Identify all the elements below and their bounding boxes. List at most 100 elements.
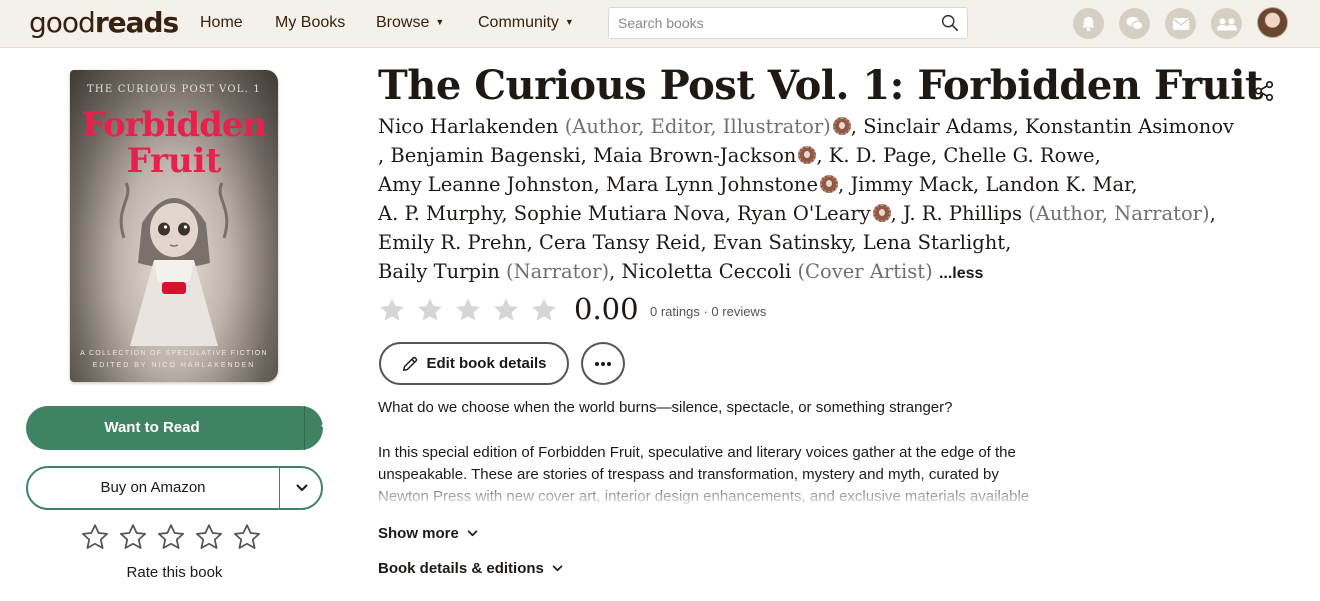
description-line: Newton Press with new cover art, interio… <box>378 488 1030 504</box>
author-link[interactable]: Cera Tansy Reid <box>539 231 700 254</box>
author-link[interactable]: Amy Leanne Johnston <box>378 173 594 196</box>
rating-star-icon <box>380 298 404 321</box>
edit-book-details-button[interactable]: Edit book details <box>379 342 569 385</box>
author-link[interactable]: Evan Satinsky <box>713 231 851 254</box>
book-title: The Curious Post Vol. 1: Forbidden Fruit <box>378 62 1263 109</box>
want-to-read-label: Want to Read <box>104 419 200 436</box>
goodreads-author-badge-icon <box>798 146 817 164</box>
buy-on-amazon-button[interactable]: Buy on Amazon <box>26 466 323 510</box>
contributors-line: Nico Harlakenden (Author, Editor, Illust… <box>378 112 1298 141</box>
description-line: unspeakable. These are stories of trespa… <box>378 466 999 483</box>
separator: , <box>838 173 845 196</box>
contributors-line: Amy Leanne Johnston, Mara Lynn Johnstone… <box>378 170 1298 199</box>
author-role: (Author, Editor, Illustrator) <box>564 115 831 138</box>
book-cover-image[interactable]: THE CURIOUS POST VOL. 1 Forbidden Fruit … <box>70 70 278 382</box>
shelf-dropdown-button[interactable] <box>305 406 349 450</box>
show-less-link[interactable]: ...less <box>939 265 983 282</box>
goodreads-author-badge-icon <box>872 204 891 222</box>
separator: , <box>593 173 600 196</box>
share-icon[interactable] <box>1253 80 1275 102</box>
separator: , <box>850 231 857 254</box>
goodreads-author-badge-icon <box>832 117 851 135</box>
separator: , <box>850 115 857 138</box>
more-options-button[interactable] <box>581 342 625 385</box>
description-body: In this special edition of Forbidden Fru… <box>378 442 1078 504</box>
author-link[interactable]: Nicoletta Ceccoli <box>622 260 792 283</box>
chevron-down-icon <box>552 565 563 572</box>
cover-title-line-1: Forbidden <box>81 105 267 145</box>
separator: , <box>526 231 533 254</box>
description-line: In this special edition of Forbidden Fru… <box>378 444 1016 461</box>
top-navigation-bar: goodreads Home My Books Browse ▼ Communit… <box>0 0 1320 48</box>
rate-star-1-icon[interactable] <box>80 522 110 552</box>
user-avatar[interactable] <box>1257 7 1288 38</box>
author-role: (Cover Artist) <box>797 260 933 283</box>
author-link[interactable]: K. D. Page <box>829 144 931 167</box>
cover-illustration <box>119 182 229 346</box>
separator: , <box>700 231 707 254</box>
cover-series-text: THE CURIOUS POST VOL. 1 <box>87 84 261 95</box>
edit-book-details-label: Edit book details <box>426 355 547 372</box>
rate-this-book-stars <box>80 522 262 552</box>
contributors-line: Baily Turpin (Narrator), Nicoletta Cecco… <box>378 257 1298 288</box>
buy-on-amazon-label: Buy on Amazon <box>100 479 206 496</box>
nav-home[interactable]: Home <box>200 14 243 32</box>
rate-star-3-icon[interactable] <box>156 522 186 552</box>
author-role: (Narrator) <box>506 260 610 283</box>
friends-icon[interactable] <box>1211 8 1242 39</box>
author-link[interactable]: Sophie Mutiara Nova <box>514 202 725 225</box>
discussions-icon[interactable] <box>1119 8 1150 39</box>
rating-star-icon <box>494 298 518 321</box>
author-link[interactable]: Emily R. Prehn <box>378 231 527 254</box>
book-details-editions-label: Book details & editions <box>378 560 544 577</box>
cover-editor: EDITED BY NICO HARLAKENDEN <box>92 362 256 369</box>
nav-browse[interactable]: Browse ▼ <box>376 14 444 32</box>
chevron-down-icon <box>467 530 478 537</box>
author-link[interactable]: Ryan O'Leary <box>737 202 871 225</box>
show-more-button[interactable]: Show more <box>378 525 478 542</box>
chevron-down-icon <box>321 424 333 431</box>
rating-star-icon <box>532 298 556 321</box>
caret-down-icon: ▼ <box>435 17 445 27</box>
nav-my-books[interactable]: My Books <box>275 14 345 32</box>
separator: , <box>890 202 897 225</box>
separator: , <box>1094 144 1101 167</box>
author-link[interactable]: Sinclair Adams <box>863 115 1012 138</box>
notifications-bell-icon[interactable] <box>1073 8 1104 39</box>
author-link[interactable]: Mara Lynn Johnstone <box>606 173 818 196</box>
nav-community[interactable]: Community ▼ <box>478 14 574 32</box>
separator: , <box>816 144 823 167</box>
rate-star-2-icon[interactable] <box>118 522 148 552</box>
author-link[interactable]: Nico Harlakenden <box>378 115 558 138</box>
author-link[interactable]: J. R. Phillips <box>903 202 1022 225</box>
separator: , <box>973 173 980 196</box>
separator: , <box>1012 115 1019 138</box>
separator: , <box>1209 202 1216 225</box>
rate-star-5-icon[interactable] <box>232 522 262 552</box>
author-link[interactable]: Maia Brown-Jackson <box>593 144 796 167</box>
author-link[interactable]: Chelle G. Rowe <box>943 144 1094 167</box>
rating-star-icon <box>418 298 442 321</box>
chevron-down-icon <box>296 484 307 491</box>
rating-star-icon <box>456 298 480 321</box>
buy-options-dropdown-button[interactable] <box>280 468 323 508</box>
author-link[interactable]: Jimmy Mack <box>850 173 973 196</box>
author-link[interactable]: Landon K. Mar <box>985 173 1131 196</box>
author-link[interactable]: A. P. Murphy <box>378 202 501 225</box>
search-input[interactable] <box>609 8 929 38</box>
want-to-read-button[interactable]: Want to Read <box>26 406 333 450</box>
messages-icon[interactable] <box>1165 8 1196 39</box>
ratings-reviews-count[interactable]: 0 ratings · 0 reviews <box>650 304 766 319</box>
search-icon[interactable] <box>941 14 959 32</box>
book-details-editions-button[interactable]: Book details & editions <box>378 560 563 577</box>
average-rating-value: 0.00 <box>574 292 639 326</box>
author-link[interactable]: Lena Starlight <box>863 231 1005 254</box>
author-link[interactable]: Baily Turpin <box>378 260 500 283</box>
author-link[interactable]: Konstantin Asimonov <box>1025 115 1234 138</box>
contributors-line: , Benjamin Bagenski, Maia Brown-Jackson,… <box>378 141 1298 170</box>
pencil-icon <box>403 356 418 371</box>
author-link[interactable]: , Benjamin Bagenski <box>378 144 581 167</box>
rate-star-4-icon[interactable] <box>194 522 224 552</box>
contributors-line: Emily R. Prehn, Cera Tansy Reid, Evan Sa… <box>378 228 1298 257</box>
goodreads-logo[interactable]: goodreads <box>29 6 179 39</box>
